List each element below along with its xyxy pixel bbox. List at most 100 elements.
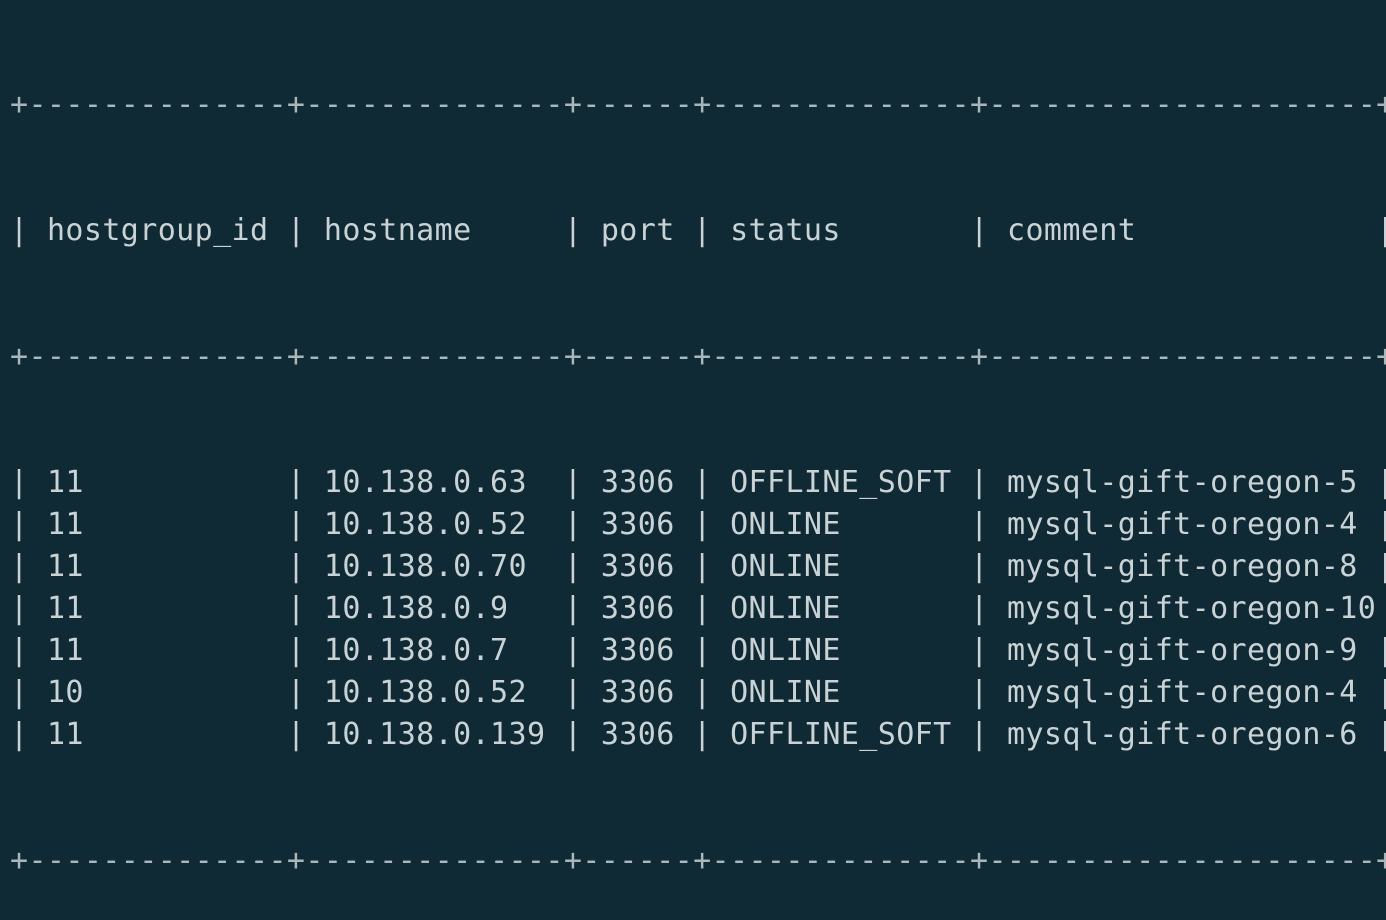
table-cell: mysql-gift-oregon-5	[1007, 465, 1358, 500]
table-pipe: |	[268, 465, 324, 500]
table-pipe: |	[951, 507, 1007, 542]
table-cell: 3306	[600, 717, 675, 752]
table-cell: hostname	[323, 213, 546, 248]
table-pipe: |	[10, 465, 47, 500]
table-cell: hostgroup_id	[46, 213, 269, 248]
table-pipe: |	[545, 675, 601, 710]
table-header-row: | hostgroup_id | hostname | port | statu…	[10, 210, 1386, 252]
table-cell: 11	[46, 591, 269, 626]
terminal-output: +--------------+--------------+------+--…	[10, 0, 1386, 878]
table-pipe: |	[951, 675, 1007, 710]
table-cell: mysql-gift-oregon-8	[1007, 549, 1358, 584]
table-pipe: |	[951, 591, 1007, 626]
table-cell: ONLINE	[730, 549, 952, 584]
table-pipe: |	[268, 675, 324, 710]
table-pipe: |	[545, 549, 601, 584]
table-pipe: |	[1376, 591, 1386, 626]
table-cell: mysql-gift-oregon-6	[1007, 717, 1358, 752]
table-pipe: |	[1376, 633, 1386, 668]
table-pipe: |	[674, 675, 731, 710]
table-pipe: |	[10, 675, 47, 710]
table-row: | 11 | 10.138.0.70 | 3306 | ONLINE | mys…	[10, 546, 1386, 588]
table-cell: 3306	[600, 675, 675, 710]
table-pipe: |	[1376, 675, 1386, 710]
table-cell: 3306	[600, 591, 675, 626]
table-pipe: |	[1376, 507, 1386, 542]
table-pipe: |	[545, 507, 601, 542]
table-pipe: |	[951, 549, 1007, 584]
table-header-border: +--------------+--------------+------+--…	[10, 339, 1386, 374]
table-pipe: |	[674, 213, 731, 248]
table-bottom-border: +--------------+--------------+------+--…	[10, 843, 1386, 878]
table-row: | 11 | 10.138.0.63 | 3306 | OFFLINE_SOFT…	[10, 462, 1386, 504]
table-pipe: |	[951, 465, 1007, 500]
table-cell: ONLINE	[730, 675, 952, 710]
table-cell: ONLINE	[730, 507, 952, 542]
table-cell: 10.138.0.7	[323, 633, 546, 668]
table-pipe: |	[268, 717, 324, 752]
table-pipe: |	[674, 717, 731, 752]
table-pipe: |	[1376, 213, 1386, 248]
table-cell: OFFLINE_SOFT	[730, 465, 952, 500]
table-pipe: |	[1376, 717, 1386, 752]
table-cell: port	[600, 213, 675, 248]
table-pipe: |	[951, 717, 1007, 752]
table-cell: 10.138.0.139	[323, 717, 546, 752]
table-pipe: |	[268, 591, 324, 626]
table-cell: 3306	[600, 465, 675, 500]
table-cell: 11	[46, 717, 269, 752]
table-cell: ONLINE	[730, 633, 952, 668]
table-pipe: |	[545, 633, 601, 668]
table-cell: 11	[46, 465, 269, 500]
table-cell: OFFLINE_SOFT	[730, 717, 952, 752]
table-cell: 10.138.0.9	[323, 591, 546, 626]
table-body: | 11 | 10.138.0.63 | 3306 | OFFLINE_SOFT…	[10, 462, 1386, 756]
table-row: | 11 | 10.138.0.52 | 3306 | ONLINE | mys…	[10, 504, 1386, 546]
table-pipe: |	[268, 549, 324, 584]
table-cell: 3306	[600, 507, 675, 542]
table-pipe: |	[10, 507, 47, 542]
table-pipe: |	[674, 549, 731, 584]
table-pipe: |	[268, 507, 324, 542]
table-top-border: +--------------+--------------+------+--…	[10, 87, 1386, 122]
table-pipe: |	[674, 633, 731, 668]
table-row: | 11 | 10.138.0.9 | 3306 | ONLINE | mysq…	[10, 588, 1380, 630]
table-pipe: |	[268, 213, 324, 248]
table-pipe: |	[10, 633, 47, 668]
table-cell: comment	[1007, 213, 1358, 248]
table-row: | 11 | 10.138.0.139 | 3306 | OFFLINE_SOF…	[10, 714, 1386, 756]
table-pipe: |	[545, 717, 601, 752]
table-cell: status	[730, 213, 952, 248]
table-pipe: |	[545, 213, 601, 248]
table-cell: 3306	[600, 549, 675, 584]
table-cell: 10.138.0.52	[323, 507, 546, 542]
table-pipe: |	[10, 213, 47, 248]
table-pipe: |	[1376, 465, 1386, 500]
table-pipe: |	[951, 213, 1007, 248]
table-cell: 11	[46, 549, 269, 584]
table-cell: 10	[46, 675, 269, 710]
table-pipe: |	[674, 507, 731, 542]
table-cell: 10.138.0.52	[323, 675, 546, 710]
table-pipe: |	[951, 633, 1007, 668]
table-pipe: |	[10, 549, 47, 584]
table-row: | 10 | 10.138.0.52 | 3306 | ONLINE | mys…	[10, 672, 1386, 714]
table-pipe: |	[268, 633, 324, 668]
table-pipe: |	[10, 591, 47, 626]
table-pipe: |	[1376, 549, 1386, 584]
table-pipe: |	[10, 717, 47, 752]
table-cell: 11	[46, 507, 269, 542]
table-cell: ONLINE	[730, 591, 952, 626]
table-cell: mysql-gift-oregon-4	[1007, 507, 1358, 542]
table-pipe: |	[545, 465, 601, 500]
table-cell: mysql-gift-oregon-9	[1007, 633, 1358, 668]
table-pipe: |	[545, 591, 601, 626]
table-cell: 10.138.0.70	[323, 549, 546, 584]
table-pipe: |	[674, 465, 731, 500]
table-row: | 11 | 10.138.0.7 | 3306 | ONLINE | mysq…	[10, 630, 1386, 672]
table-cell: 3306	[600, 633, 675, 668]
table-cell: mysql-gift-oregon-4	[1007, 675, 1358, 710]
table-cell: mysql-gift-oregon-10	[1007, 591, 1377, 626]
table-cell: 11	[46, 633, 269, 668]
table-pipe: |	[674, 591, 731, 626]
